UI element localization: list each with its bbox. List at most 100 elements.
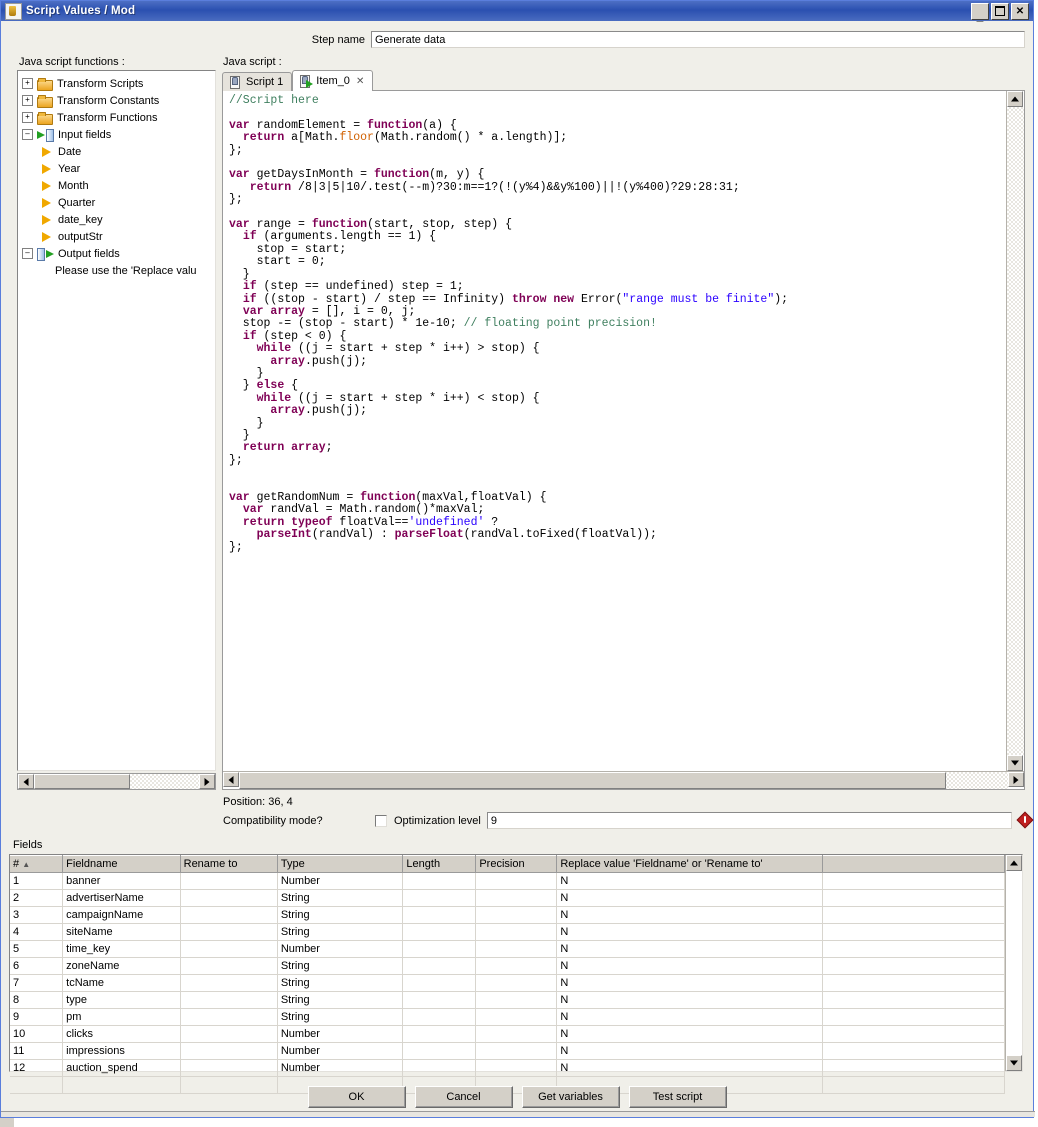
cell-rename-to[interactable] xyxy=(180,940,278,958)
cell-extra[interactable] xyxy=(822,1008,1006,1026)
cell-replace[interactable]: N xyxy=(556,974,823,992)
column-header-rename-to[interactable]: Rename to xyxy=(180,855,278,873)
tab-script-1[interactable]: Script 1 xyxy=(222,72,293,91)
scroll-up-button[interactable] xyxy=(1006,855,1022,871)
cell-extra[interactable] xyxy=(822,940,1006,958)
cell-extra[interactable] xyxy=(822,974,1006,992)
cell-precision[interactable] xyxy=(475,1025,558,1043)
cell-length[interactable] xyxy=(402,974,477,992)
cell-length[interactable] xyxy=(402,1008,477,1026)
cell-fieldname[interactable]: type xyxy=(62,991,181,1009)
column-header-replace-value[interactable]: Replace value 'Fieldname' or 'Rename to' xyxy=(556,855,823,873)
cell-precision[interactable] xyxy=(475,923,558,941)
cell-precision[interactable] xyxy=(475,1059,558,1077)
cell-precision[interactable] xyxy=(475,991,558,1009)
cell-extra[interactable] xyxy=(822,923,1006,941)
cell-fieldname[interactable] xyxy=(62,1076,181,1094)
table-row[interactable]: 7 tcName String N xyxy=(10,974,1006,992)
scroll-left-button[interactable] xyxy=(223,772,239,787)
cell-fieldname[interactable]: tcName xyxy=(62,974,181,992)
cell-precision[interactable] xyxy=(475,889,558,907)
cell-extra[interactable] xyxy=(822,1042,1006,1060)
cell-extra[interactable] xyxy=(822,906,1006,924)
cell-replace[interactable]: N xyxy=(556,1025,823,1043)
tree-item-output-str[interactable]: outputStr xyxy=(22,228,213,245)
cell-rename-to[interactable] xyxy=(180,1025,278,1043)
cell-fieldname[interactable]: advertiserName xyxy=(62,889,181,907)
compatibility-mode-checkbox[interactable] xyxy=(375,814,387,827)
cell-type[interactable]: Number xyxy=(277,1059,404,1077)
tab-item-0[interactable]: Item_0 ✕ xyxy=(292,70,374,91)
cell-type[interactable]: Number xyxy=(277,940,404,958)
cell-fieldname[interactable]: campaignName xyxy=(62,906,181,924)
cell-precision[interactable] xyxy=(475,872,558,890)
table-row[interactable]: 6 zoneName String N xyxy=(10,957,1006,975)
cell-rename-to[interactable] xyxy=(180,906,278,924)
cell-length[interactable] xyxy=(402,1042,477,1060)
cell-length[interactable] xyxy=(402,872,477,890)
cell-rename-to[interactable] xyxy=(180,974,278,992)
cell-fieldname[interactable]: zoneName xyxy=(62,957,181,975)
cell-length[interactable] xyxy=(402,1059,477,1077)
cell-rename-to[interactable] xyxy=(180,872,278,890)
column-header-extra[interactable] xyxy=(822,855,1006,873)
table-row[interactable]: 12 auction_spend Number N xyxy=(10,1059,1006,1077)
column-header-precision[interactable]: Precision xyxy=(475,855,558,873)
scroll-left-button[interactable] xyxy=(18,774,34,789)
cell-rename-to[interactable] xyxy=(180,1076,278,1094)
scroll-right-button[interactable] xyxy=(1008,772,1024,787)
table-row[interactable]: 9 pm String N xyxy=(10,1008,1006,1026)
step-name-input[interactable] xyxy=(371,31,1025,48)
cell-rename-to[interactable] xyxy=(180,1059,278,1077)
table-row[interactable]: 1 banner Number N xyxy=(10,872,1006,890)
cell-extra[interactable] xyxy=(822,1076,1006,1094)
cell-precision[interactable] xyxy=(475,974,558,992)
tree-item-month[interactable]: Month xyxy=(22,177,213,194)
cell-type[interactable]: Number xyxy=(277,1025,404,1043)
cell-replace[interactable]: N xyxy=(556,872,823,890)
functions-tree[interactable]: + Transform Scripts + Transform Constant… xyxy=(17,70,216,771)
cell-fieldname[interactable]: time_key xyxy=(62,940,181,958)
maximize-button[interactable] xyxy=(991,2,1009,20)
cell-rename-to[interactable] xyxy=(180,991,278,1009)
cell-type[interactable]: String xyxy=(277,1008,404,1026)
cell-type[interactable]: String xyxy=(277,991,404,1009)
scroll-thumb[interactable] xyxy=(34,774,130,789)
tree-item-transform-functions[interactable]: + Transform Functions xyxy=(22,109,213,126)
column-header-length[interactable]: Length xyxy=(402,855,477,873)
tree-item-transform-constants[interactable]: + Transform Constants xyxy=(22,92,213,109)
cell-replace[interactable]: N xyxy=(556,991,823,1009)
cell-type[interactable]: Number xyxy=(277,1042,404,1060)
cell-type[interactable]: String xyxy=(277,974,404,992)
cell-precision[interactable] xyxy=(475,940,558,958)
table-row[interactable]: 11 impressions Number N xyxy=(10,1042,1006,1060)
cell-rename-to[interactable] xyxy=(180,1042,278,1060)
test-script-button[interactable]: Test script xyxy=(628,1086,727,1108)
scroll-track[interactable] xyxy=(1006,871,1022,1055)
expander-icon[interactable]: + xyxy=(22,78,33,89)
scroll-track[interactable] xyxy=(1007,107,1024,755)
cell-extra[interactable] xyxy=(822,1059,1006,1077)
cell-length[interactable] xyxy=(402,991,477,1009)
cell-replace[interactable]: N xyxy=(556,906,823,924)
tree-item-output-fields[interactable]: – Output fields xyxy=(22,245,213,262)
table-row[interactable]: 2 advertiserName String N xyxy=(10,889,1006,907)
cell-length[interactable] xyxy=(402,940,477,958)
cell-replace[interactable]: N xyxy=(556,1008,823,1026)
cell-rename-to[interactable] xyxy=(180,1008,278,1026)
cell-length[interactable] xyxy=(402,1025,477,1043)
cell-length[interactable] xyxy=(402,889,477,907)
cell-precision[interactable] xyxy=(475,1008,558,1026)
cell-extra[interactable] xyxy=(822,889,1006,907)
table-row[interactable]: 4 siteName String N xyxy=(10,923,1006,941)
ok-button[interactable]: OK xyxy=(307,1086,406,1108)
scroll-track[interactable] xyxy=(34,774,199,789)
optimization-level-input[interactable] xyxy=(486,812,1012,829)
table-row[interactable]: 5 time_key Number N xyxy=(10,940,1006,958)
cell-replace[interactable]: N xyxy=(556,1042,823,1060)
collapse-icon[interactable]: – xyxy=(22,129,33,140)
column-header-index[interactable]: # ▲ xyxy=(10,855,64,873)
cell-type[interactable]: String xyxy=(277,889,404,907)
cell-replace[interactable]: N xyxy=(556,940,823,958)
cell-precision[interactable] xyxy=(475,906,558,924)
